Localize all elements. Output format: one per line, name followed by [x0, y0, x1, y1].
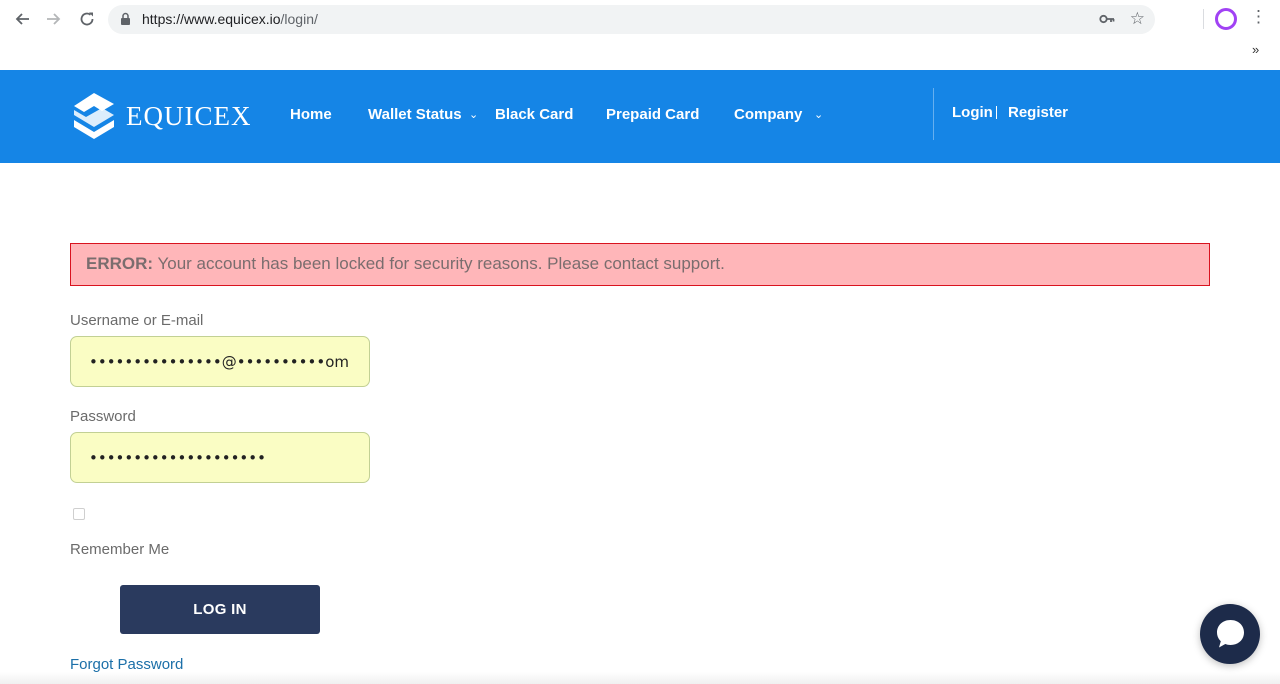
nav-black-card[interactable]: Black Card — [495, 106, 573, 123]
url-host: https://www.equicex.io — [142, 11, 281, 27]
logo-text: EQUICEX — [126, 100, 252, 131]
login-link[interactable]: Login — [952, 104, 993, 121]
nav-prepaid-card[interactable]: Prepaid Card — [606, 106, 699, 123]
logo[interactable]: EQUICEX — [72, 92, 251, 140]
forgot-password-link[interactable]: Forgot Password — [70, 656, 183, 673]
star-icon[interactable]: ☆ — [1130, 9, 1145, 29]
arrow-left-icon — [15, 13, 29, 25]
password-label: Password — [70, 408, 136, 425]
chat-bubble-icon — [1217, 620, 1244, 648]
auth-divider — [996, 106, 997, 119]
key-icon[interactable] — [1099, 12, 1115, 26]
url-path: /login/ — [280, 11, 318, 27]
site-header: EQUICEX Home Wallet Status ⌄ Black Card … — [0, 70, 1280, 163]
chat-button[interactable] — [1200, 604, 1260, 664]
equicex-logo-icon — [74, 93, 114, 139]
remember-me-checkbox[interactable] — [73, 508, 85, 520]
error-body: Your account has been locked for securit… — [153, 254, 725, 273]
extension-icon[interactable] — [1215, 8, 1237, 30]
password-field[interactable]: •••••••••••••••••••• — [70, 432, 370, 483]
register-link[interactable]: Register — [1008, 104, 1068, 121]
browser-toolbar: https://www.equicex.io/login/ ☆ ⋮ » — [0, 0, 1280, 70]
nav-company[interactable]: Company — [734, 106, 802, 123]
username-field[interactable]: •••••••••••••••@••••••••••om — [70, 336, 370, 387]
kebab-menu-icon[interactable]: ⋮ — [1250, 7, 1267, 27]
chevron-down-icon[interactable]: ⌄ — [814, 108, 823, 121]
nav-home[interactable]: Home — [290, 106, 332, 123]
url-text: https://www.equicex.io/login/ — [142, 11, 318, 27]
lock-icon — [121, 12, 130, 25]
page-bottom-edge — [0, 672, 1280, 684]
arrow-right-icon — [47, 13, 61, 25]
chevron-down-icon[interactable]: ⌄ — [469, 108, 478, 121]
reload-icon — [80, 12, 94, 26]
back-button[interactable] — [12, 9, 32, 29]
address-bar[interactable]: https://www.equicex.io/login/ ☆ — [108, 5, 1155, 34]
bookmarks-overflow-icon[interactable]: » — [1252, 42, 1259, 57]
username-label: Username or E-mail — [70, 312, 204, 329]
error-message: ERROR: Your account has been locked for … — [86, 254, 725, 274]
error-alert: ERROR: Your account has been locked for … — [70, 243, 1210, 286]
error-prefix: ERROR: — [86, 254, 154, 273]
nav-wallet-status[interactable]: Wallet Status — [368, 106, 462, 123]
header-divider — [933, 88, 934, 140]
remember-me-label: Remember Me — [70, 541, 170, 558]
forward-button[interactable] — [44, 9, 64, 29]
toolbar-divider — [1203, 9, 1204, 29]
login-button[interactable]: LOG IN — [120, 585, 320, 634]
reload-button[interactable] — [77, 9, 97, 29]
